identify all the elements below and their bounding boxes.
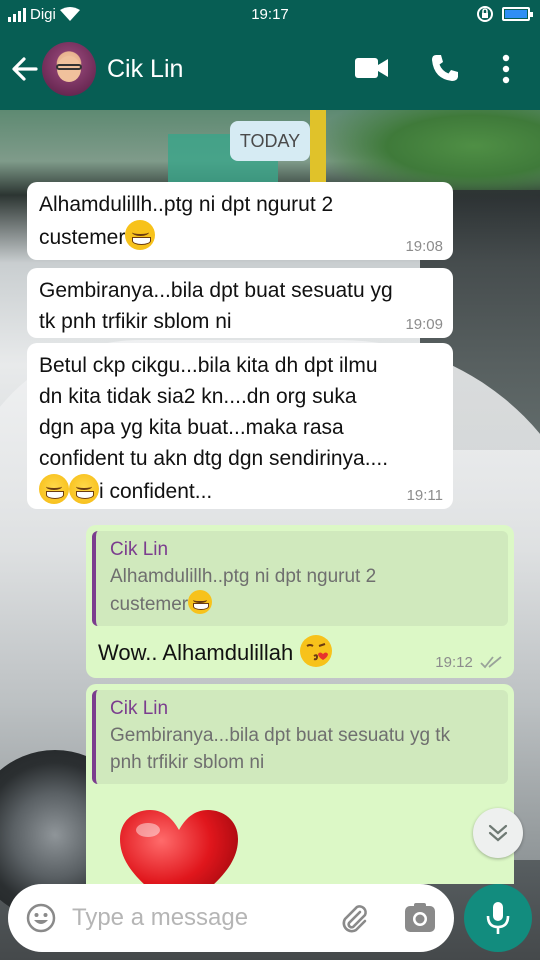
attach-icon[interactable] xyxy=(338,902,370,934)
incoming-message[interactable]: Betul ckp cikgu...bila kita dh dpt ilmu … xyxy=(27,343,453,509)
message-time: 19:09 xyxy=(405,316,443,333)
scroll-down-icon xyxy=(488,824,508,842)
grin-emoji-icon xyxy=(125,220,156,250)
battery-icon xyxy=(502,7,533,21)
incoming-message[interactable]: Alhamdulillh..ptg ni dpt ngurut 2 custeme… xyxy=(27,182,453,260)
incoming-message[interactable]: Gembiranya...bila dpt buat sesuatu yg tk … xyxy=(27,268,453,338)
message-text: Gembiranya...bila dpt buat sesuatu yg tk … xyxy=(39,279,393,333)
quoted-message[interactable]: Cik Lin Gembiranya...bila dpt buat sesua… xyxy=(92,690,508,784)
more-vert-icon[interactable] xyxy=(502,54,510,84)
message-text: Alhamdulillh..ptg ni dpt ngurut 2 custeme… xyxy=(39,193,334,250)
double-check-icon xyxy=(480,656,502,669)
tears-of-joy-emoji-icon xyxy=(69,474,99,504)
wallpaper-pole xyxy=(310,110,326,185)
camera-icon[interactable] xyxy=(404,903,436,933)
quote-author: Cik Lin xyxy=(110,539,169,560)
quote-text: Alhamdulillh..ptg ni dpt ngurut 2 custeme… xyxy=(110,566,377,615)
back-arrow-icon[interactable] xyxy=(10,52,38,86)
video-call-icon[interactable] xyxy=(355,56,389,80)
tears-of-joy-emoji-icon xyxy=(39,474,69,504)
mic-icon xyxy=(486,902,510,934)
status-time: 19:17 xyxy=(251,6,289,23)
chat-header: Cik Lin xyxy=(0,28,540,110)
message-composer: Type a message xyxy=(8,884,454,952)
rotation-lock-icon xyxy=(477,6,493,22)
quote-text: Gembiranya...bila dpt buat sesuatu yg tk… xyxy=(110,725,451,773)
scroll-down-button[interactable] xyxy=(473,808,523,858)
kiss-emoji-icon xyxy=(300,635,333,667)
date-chip: TODAY xyxy=(230,121,310,161)
quoted-message[interactable]: Cik Lin Alhamdulillh..ptg ni dpt ngurut … xyxy=(92,531,508,626)
status-bar: Digi 19:17 xyxy=(0,0,540,28)
message-time: 19:08 xyxy=(405,238,443,255)
contact-avatar[interactable] xyxy=(42,42,96,96)
message-time: 19:11 xyxy=(406,487,443,504)
message-input[interactable]: Type a message xyxy=(72,904,248,932)
outgoing-message[interactable]: Cik Lin Alhamdulillh..ptg ni dpt ngurut … xyxy=(86,525,514,678)
contact-name[interactable]: Cik Lin xyxy=(107,55,183,84)
message-text: Betul ckp cikgu...bila kita dh dpt ilmu … xyxy=(39,354,389,504)
message-time: 19:12 xyxy=(435,654,502,672)
heart-emoji-icon xyxy=(118,808,240,884)
emoji-icon[interactable] xyxy=(26,903,56,933)
status-right xyxy=(476,5,533,23)
quote-author: Cik Lin xyxy=(110,698,169,719)
voice-record-button[interactable] xyxy=(464,884,532,952)
phone-icon[interactable] xyxy=(430,53,460,83)
grin-emoji-icon xyxy=(188,590,213,614)
